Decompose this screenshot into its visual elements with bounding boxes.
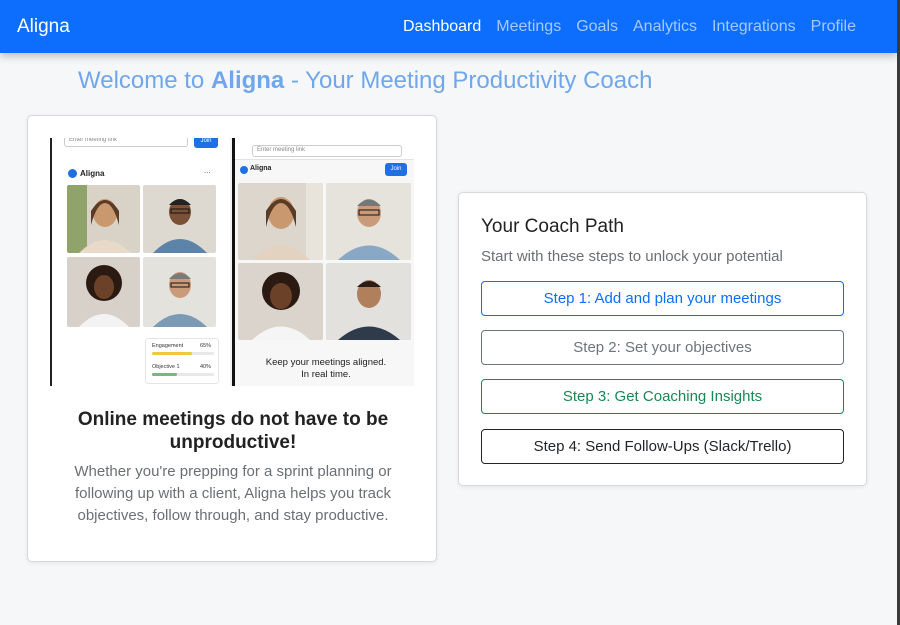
participant-tile (67, 185, 140, 253)
preview-join-button: Join (194, 138, 218, 148)
nav-link-integrations[interactable]: Integrations (712, 18, 796, 36)
stat-label: Engagement (152, 343, 184, 349)
participant-tile (238, 183, 323, 260)
coach-path-subtitle: Start with these steps to unlock your po… (481, 248, 783, 265)
preview-tagline: Keep your meetings aligned. In real time… (265, 357, 387, 380)
page-title: Welcome to Aligna - Your Meeting Product… (78, 67, 653, 94)
nav-link-profile[interactable]: Profile (811, 18, 856, 36)
step-2-button[interactable]: Step 2: Set your objectives (481, 330, 844, 365)
preview-link-input: Enter meeting link (64, 138, 188, 147)
engagement-bar (152, 352, 214, 355)
preview-link-input-2: Enter meeting link (252, 145, 402, 157)
step-3-button[interactable]: Step 3: Get Coaching Insights (481, 379, 844, 414)
step-1-button[interactable]: Step 1: Add and plan your meetings (481, 281, 844, 316)
preview-logo-icon (240, 166, 248, 174)
participant-tile (143, 257, 216, 327)
nav-links: Dashboard Meetings Goals Analytics Integ… (403, 18, 856, 36)
coach-path-card: Your Coach Path Start with these steps t… (458, 192, 867, 486)
preview-stats-card: Engagement 65% Objective 1 40% (145, 338, 219, 384)
intro-description: Whether you're prepping for a sprint pla… (74, 463, 392, 524)
stat-label: Objective 1 (152, 364, 180, 370)
preview-brand: Aligna (250, 165, 272, 172)
top-navbar: Aligna Dashboard Meetings Goals Analytic… (0, 0, 897, 53)
participant-tile (238, 263, 323, 340)
participant-tile (326, 183, 411, 260)
intro-card: Enter meeting link Join Aligna ... Engag… (27, 115, 437, 562)
participant-tile (143, 185, 216, 253)
preview-menu-icon: ... (204, 166, 211, 175)
step-4-button[interactable]: Step 4: Send Follow-Ups (Slack/Trello) (481, 429, 844, 464)
nav-link-analytics[interactable]: Analytics (633, 18, 697, 36)
preview-join-button: Join (385, 163, 407, 176)
preview-brand: Aligna (80, 169, 105, 178)
objective-bar (152, 373, 214, 376)
participant-tile (326, 263, 411, 340)
page-title-brand: Aligna (210, 67, 285, 94)
preview-desktop-panel: Enter meeting link Join Aligna ... Engag… (50, 138, 230, 386)
stat-value: 40% (200, 364, 212, 370)
brand-logo[interactable]: Aligna (17, 16, 70, 38)
nav-link-meetings[interactable]: Meetings (496, 18, 561, 36)
participant-tile (67, 257, 140, 327)
intro-heading: Online meetings do not have to be unprod… (77, 409, 389, 453)
app-preview-image: Enter meeting link Join Aligna ... Engag… (50, 138, 414, 386)
stat-value: 65% (200, 343, 212, 349)
coach-path-title: Your Coach Path (481, 216, 624, 237)
nav-link-goals[interactable]: Goals (576, 18, 618, 36)
nav-link-dashboard[interactable]: Dashboard (403, 18, 481, 36)
preview-logo-icon (68, 169, 77, 178)
preview-tablet-panel: Enter meeting link Aligna Join Keep your… (232, 138, 414, 386)
